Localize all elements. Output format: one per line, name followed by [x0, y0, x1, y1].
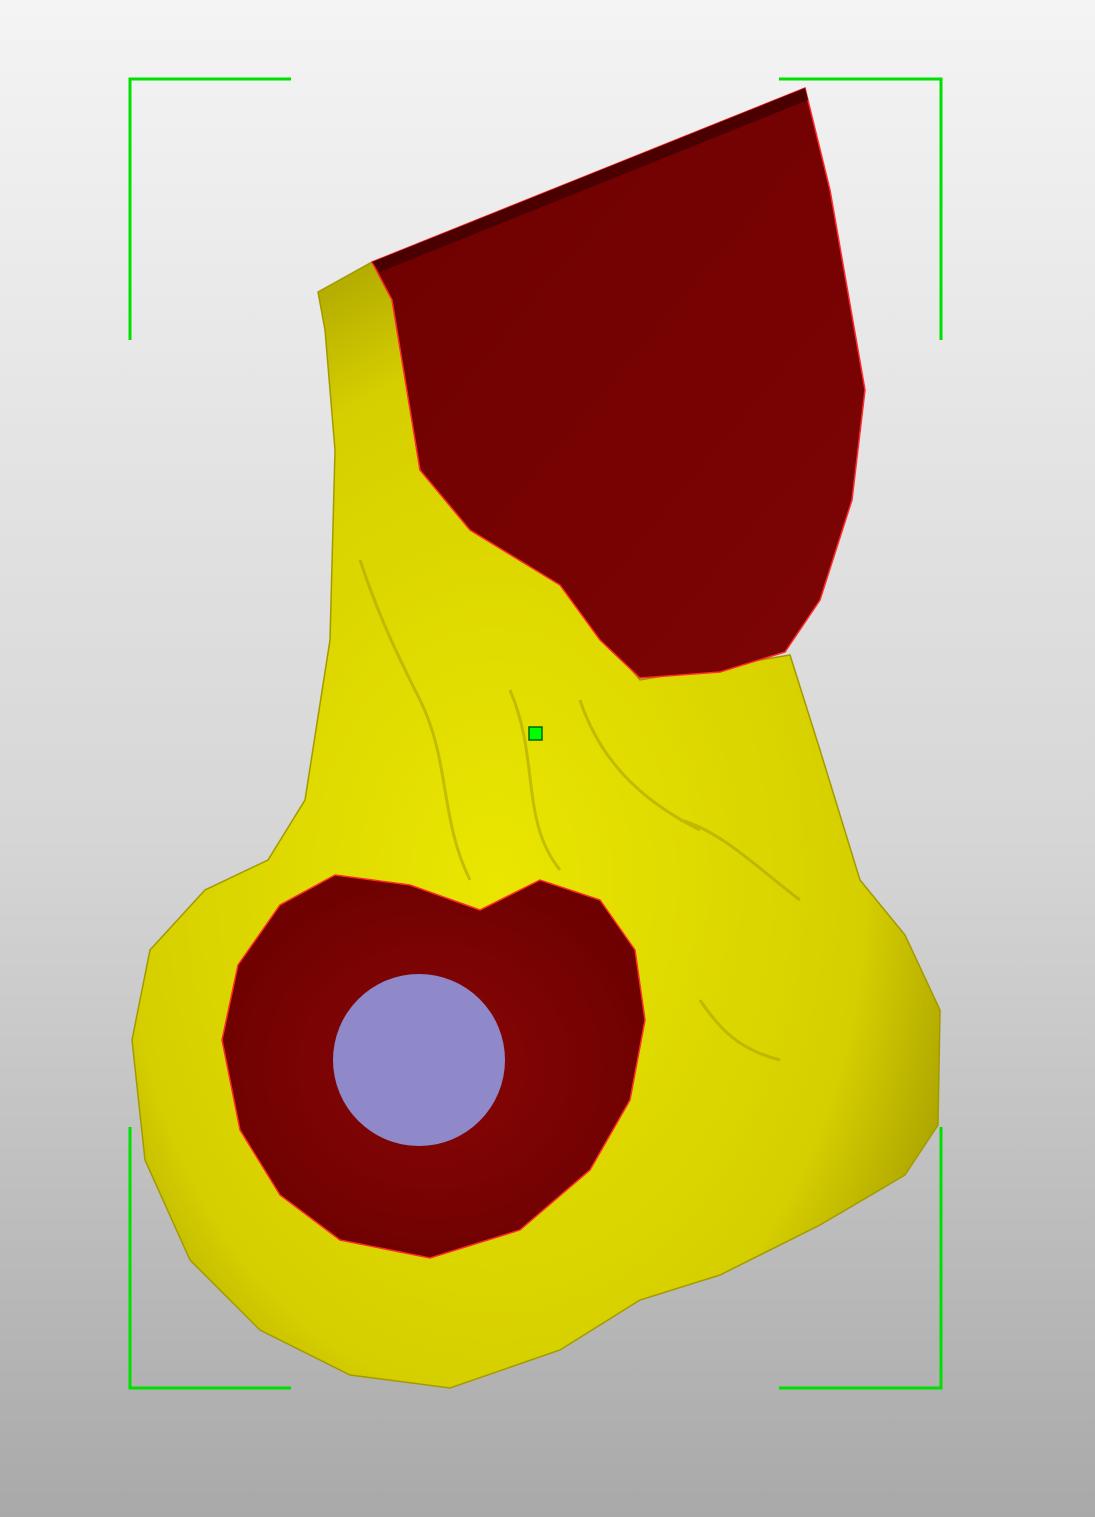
- 3d-scene[interactable]: [0, 0, 1095, 1517]
- pivot-marker-icon[interactable]: [528, 726, 543, 741]
- drill-hole[interactable]: [333, 974, 505, 1146]
- bracket-top-left: [128, 77, 291, 340]
- 3d-viewport[interactable]: [0, 0, 1095, 1517]
